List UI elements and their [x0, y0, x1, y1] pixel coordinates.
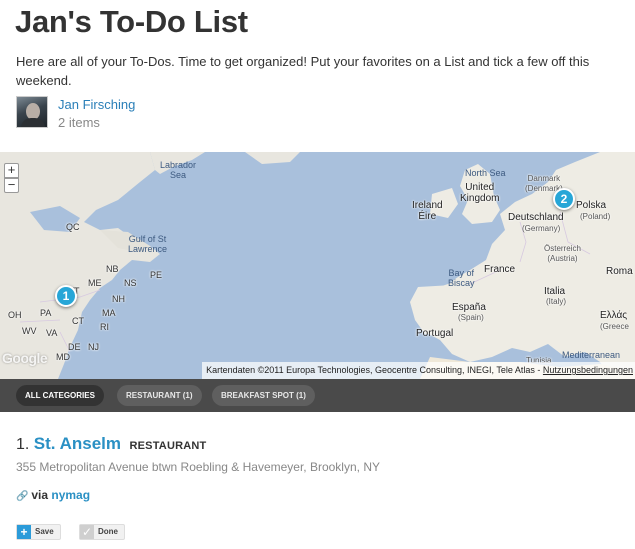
map-label: QC: [66, 222, 80, 232]
google-logo: Google: [2, 350, 48, 366]
save-button[interactable]: + Save: [16, 524, 61, 540]
item-name-link[interactable]: St. Anselm: [34, 434, 121, 453]
map-label: DE: [68, 342, 81, 352]
filter-restaurant[interactable]: RESTAURANT (1): [117, 385, 202, 406]
map-label: (Spain): [458, 313, 484, 322]
map-label: United Kingdom: [460, 182, 500, 204]
map-label: MD: [56, 352, 70, 362]
owner-item-count: 2 items: [58, 115, 100, 130]
item-address: 355 Metropolitan Avenue btwn Roebling & …: [16, 460, 380, 474]
map[interactable]: + − Labrador Sea North Sea QC Gulf of St…: [0, 152, 635, 379]
map-label: WV: [22, 326, 37, 336]
zoom-out-button[interactable]: −: [4, 178, 19, 193]
map-label: France: [484, 264, 516, 275]
list-item-title: 1. St. Anselm RESTAURANT: [16, 434, 206, 454]
map-label: España: [452, 302, 486, 313]
map-label: North Sea: [465, 168, 506, 178]
map-label: Polska: [576, 200, 607, 211]
map-label: Roma: [606, 266, 633, 277]
map-label: NJ: [88, 342, 99, 352]
map-label: Gulf of St Lawrence: [128, 234, 168, 254]
owner-name-link[interactable]: Jan Firsching: [58, 97, 135, 112]
via-label: via: [31, 488, 49, 502]
item-number: 1.: [16, 436, 30, 453]
map-label: Österreich (Austria): [544, 244, 581, 263]
item-category: RESTAURANT: [129, 440, 207, 452]
item-source: 🔗 via nymag: [16, 488, 90, 502]
map-label: (Germany): [522, 224, 561, 233]
map-label: (Greece: [600, 322, 629, 331]
map-pin[interactable]: 2: [553, 188, 575, 210]
page-description: Here are all of your To-Dos. Time to get…: [16, 54, 590, 88]
map-label: (Italy): [546, 297, 566, 306]
filter-all-categories[interactable]: ALL CATEGORIES: [16, 385, 104, 406]
terms-link[interactable]: Nutzungsbedingungen: [543, 365, 633, 375]
zoom-in-button[interactable]: +: [4, 163, 19, 178]
map-label: ME: [88, 278, 102, 288]
map-label: Ελλάς: [600, 310, 628, 321]
map-label: Bay of Biscay: [448, 268, 475, 288]
map-label: Labrador Sea: [160, 160, 197, 180]
save-label: Save: [35, 527, 54, 536]
map-label: NB: [106, 264, 119, 274]
plus-icon: +: [17, 525, 31, 539]
map-label: MA: [102, 308, 116, 318]
map-label: PE: [150, 270, 163, 280]
map-label: NS: [124, 278, 137, 288]
map-label: VA: [46, 328, 58, 338]
map-label: (Poland): [580, 212, 611, 221]
attribution-text: Kartendaten ©2011 Europa Technologies, G…: [206, 365, 543, 375]
map-label: Mediterranean: [562, 350, 621, 360]
map-label: Deutschland: [508, 212, 564, 223]
map-attribution: Kartendaten ©2011 Europa Technologies, G…: [202, 362, 635, 379]
page-title: Jan's To-Do List: [15, 4, 248, 39]
filter-breakfast-spot[interactable]: BREAKFAST SPOT (1): [212, 385, 315, 406]
category-filter-bar: ALL CATEGORIES RESTAURANT (1) BREAKFAST …: [0, 379, 635, 412]
done-button[interactable]: ✓ Done: [79, 524, 125, 540]
map-label: Ireland Éire: [412, 200, 443, 222]
checkmark-icon: ✓: [80, 525, 94, 539]
map-label: CT: [72, 316, 84, 326]
map-label: RI: [100, 322, 109, 332]
via-source-link[interactable]: nymag: [51, 488, 90, 502]
map-label: OH: [8, 310, 22, 320]
map-label: Portugal: [416, 328, 454, 339]
map-label: NH: [112, 294, 125, 304]
map-label: PA: [40, 308, 52, 318]
avatar[interactable]: [16, 96, 48, 128]
link-icon: 🔗: [16, 491, 29, 502]
map-pin[interactable]: 1: [55, 285, 77, 307]
map-label: Italia: [544, 286, 566, 297]
done-label: Done: [98, 527, 118, 536]
